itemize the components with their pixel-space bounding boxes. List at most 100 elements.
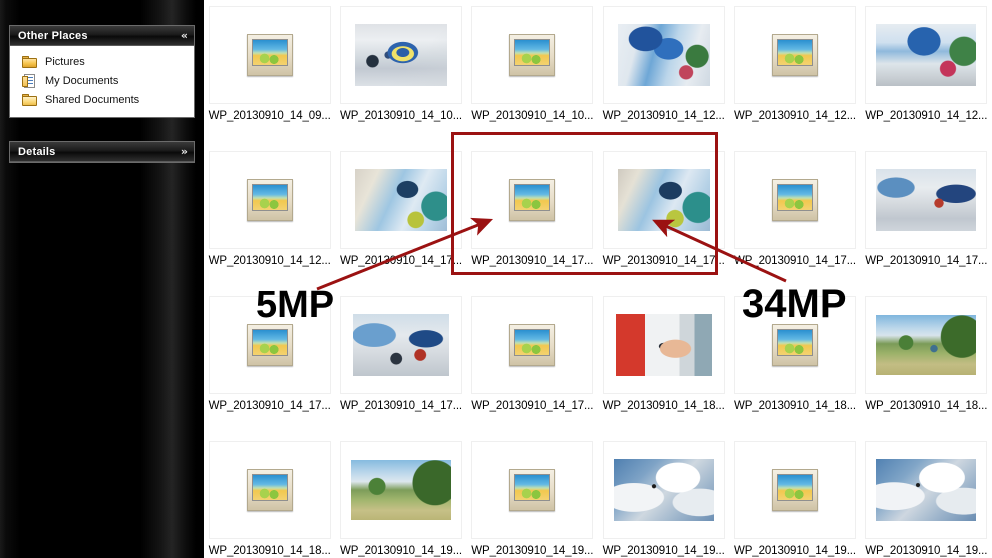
thumbnail-box[interactable] (733, 6, 856, 104)
thumbnail-box[interactable] (339, 6, 462, 104)
photo-thumbnail-park-field (876, 315, 977, 375)
file-item[interactable]: WP_20130910_14_18... (602, 290, 725, 435)
callout-label-5mp: 5MP (256, 284, 335, 326)
photo-thumbnail-shop-wall (876, 169, 977, 231)
file-item[interactable]: WP_20130910_14_12... (865, 0, 988, 145)
file-item[interactable]: WP_20130910_14_12... (208, 145, 331, 290)
thumbnail-box[interactable] (865, 6, 988, 104)
sidebar-item-my-documents[interactable]: My Documents (10, 71, 194, 90)
file-item[interactable]: WP_20130910_14_17... (339, 145, 462, 290)
file-name-label: WP_20130910_14_17... (733, 255, 856, 267)
file-name-label: WP_20130910_14_12... (865, 110, 988, 122)
details-header[interactable]: Details » (10, 142, 194, 162)
file-name-label: WP_20130910_14_18... (208, 545, 331, 557)
photo-thumbnail-red-postbox (615, 314, 712, 376)
thumbnail-box[interactable] (471, 441, 594, 539)
file-item[interactable]: WP_20130910_14_17... (471, 145, 594, 290)
photo-thumbnail-clouds-kite-2 (876, 459, 977, 521)
file-name-label: WP_20130910_14_17... (208, 400, 331, 412)
file-item[interactable]: WP_20130910_14_19... (602, 435, 725, 558)
file-name-label: WP_20130910_14_12... (733, 110, 856, 122)
thumbnail-box[interactable] (865, 296, 988, 394)
thumbnail-box[interactable] (339, 151, 462, 249)
thumbnail-box[interactable] (471, 151, 594, 249)
file-name-label: WP_20130910_14_12... (602, 110, 725, 122)
photo-thumbnail-lamp-sky (617, 169, 710, 231)
file-item[interactable]: WP_20130910_14_18... (208, 435, 331, 558)
thumbnail-box[interactable] (602, 6, 725, 104)
picture-placeholder-icon (771, 324, 818, 366)
file-name-label: WP_20130910_14_18... (733, 400, 856, 412)
thumbnail-box[interactable] (865, 441, 988, 539)
picture-placeholder-icon (246, 324, 293, 366)
chevron-down-icon[interactable]: » (181, 146, 188, 157)
file-item[interactable]: WP_20130910_14_19... (865, 435, 988, 558)
file-item[interactable]: WP_20130910_14_17... (602, 145, 725, 290)
task-pane: Other Places « Pictures My Documents Sha… (0, 0, 204, 558)
file-item[interactable]: WP_20130910_14_10... (339, 0, 462, 145)
file-item[interactable]: WP_20130910_14_17... (865, 145, 988, 290)
sidebar-item-label: Shared Documents (45, 93, 140, 106)
photo-thumbnail-blue-alley (617, 24, 710, 86)
file-item[interactable]: WP_20130910_14_19... (339, 435, 462, 558)
picture-placeholder-icon (509, 34, 556, 76)
details-title: Details (18, 145, 56, 158)
picture-placeholder-icon (246, 469, 293, 511)
thumbnail-box[interactable] (602, 151, 725, 249)
thumbnail-box[interactable] (865, 151, 988, 249)
thumbnail-grid: WP_20130910_14_09... WP_20130910_14_10...… (204, 0, 992, 558)
file-item[interactable]: WP_20130910_14_19... (733, 435, 856, 558)
file-item[interactable]: WP_20130910_14_10... (471, 0, 594, 145)
photo-thumbnail-info-board (354, 24, 447, 86)
thumbnail-box[interactable] (733, 151, 856, 249)
thumbnail-box[interactable] (733, 441, 856, 539)
picture-placeholder-icon (509, 469, 556, 511)
file-item[interactable]: WP_20130910_14_12... (602, 0, 725, 145)
file-name-label: WP_20130910_14_17... (471, 255, 594, 267)
thumbnail-box[interactable] (602, 441, 725, 539)
file-name-label: WP_20130910_14_17... (865, 255, 988, 267)
file-name-label: WP_20130910_14_10... (339, 110, 463, 122)
photo-thumbnail-balcony-sky (354, 169, 447, 231)
file-name-label: WP_20130910_14_19... (339, 545, 463, 557)
thumbnail-box[interactable] (208, 441, 331, 539)
file-name-label: WP_20130910_14_19... (733, 545, 856, 557)
folder-icon (22, 55, 38, 69)
other-places-body: Pictures My Documents Shared Documents (10, 46, 194, 117)
picture-placeholder-icon (246, 179, 293, 221)
picture-placeholder-icon (771, 34, 818, 76)
thumbnail-box[interactable] (339, 296, 462, 394)
file-item[interactable]: WP_20130910_14_19... (471, 435, 594, 558)
photo-thumbnail-street-market (352, 314, 449, 376)
file-name-label: WP_20130910_14_19... (471, 545, 594, 557)
file-item[interactable]: WP_20130910_14_17... (733, 145, 856, 290)
file-name-label: WP_20130910_14_19... (602, 545, 725, 557)
sidebar-item-shared-documents[interactable]: Shared Documents (10, 90, 194, 109)
file-row: WP_20130910_14_18... WP_20130910_14_19...… (204, 435, 992, 558)
file-name-label: WP_20130910_14_17... (339, 400, 463, 412)
thumbnail-box[interactable] (471, 296, 594, 394)
chevron-up-icon[interactable]: « (181, 30, 188, 41)
sidebar-item-pictures[interactable]: Pictures (10, 52, 194, 71)
thumbnail-box[interactable] (208, 6, 331, 104)
picture-placeholder-icon (246, 34, 293, 76)
file-name-label: WP_20130910_14_17... (602, 255, 725, 267)
thumbnail-box[interactable] (471, 6, 594, 104)
file-name-label: WP_20130910_14_12... (208, 255, 331, 267)
file-item[interactable]: WP_20130910_14_18... (865, 290, 988, 435)
thumbnail-box[interactable] (339, 441, 462, 539)
thumbnail-box[interactable] (602, 296, 725, 394)
thumbnail-box[interactable] (208, 151, 331, 249)
file-item[interactable]: WP_20130910_14_09... (208, 0, 331, 145)
other-places-header[interactable]: Other Places « (10, 26, 194, 46)
photo-thumbnail-clouds-kite (613, 459, 714, 521)
picture-placeholder-icon (509, 324, 556, 366)
file-list-pane[interactable]: WP_20130910_14_09... WP_20130910_14_10...… (204, 0, 992, 558)
file-item[interactable]: WP_20130910_14_17... (471, 290, 594, 435)
sidebar-item-label: My Documents (45, 74, 119, 87)
shared-folder-icon (22, 93, 38, 107)
file-item[interactable]: WP_20130910_14_17... (339, 290, 462, 435)
file-name-label: WP_20130910_14_19... (865, 545, 988, 557)
file-name-label: WP_20130910_14_10... (471, 110, 594, 122)
file-item[interactable]: WP_20130910_14_12... (733, 0, 856, 145)
